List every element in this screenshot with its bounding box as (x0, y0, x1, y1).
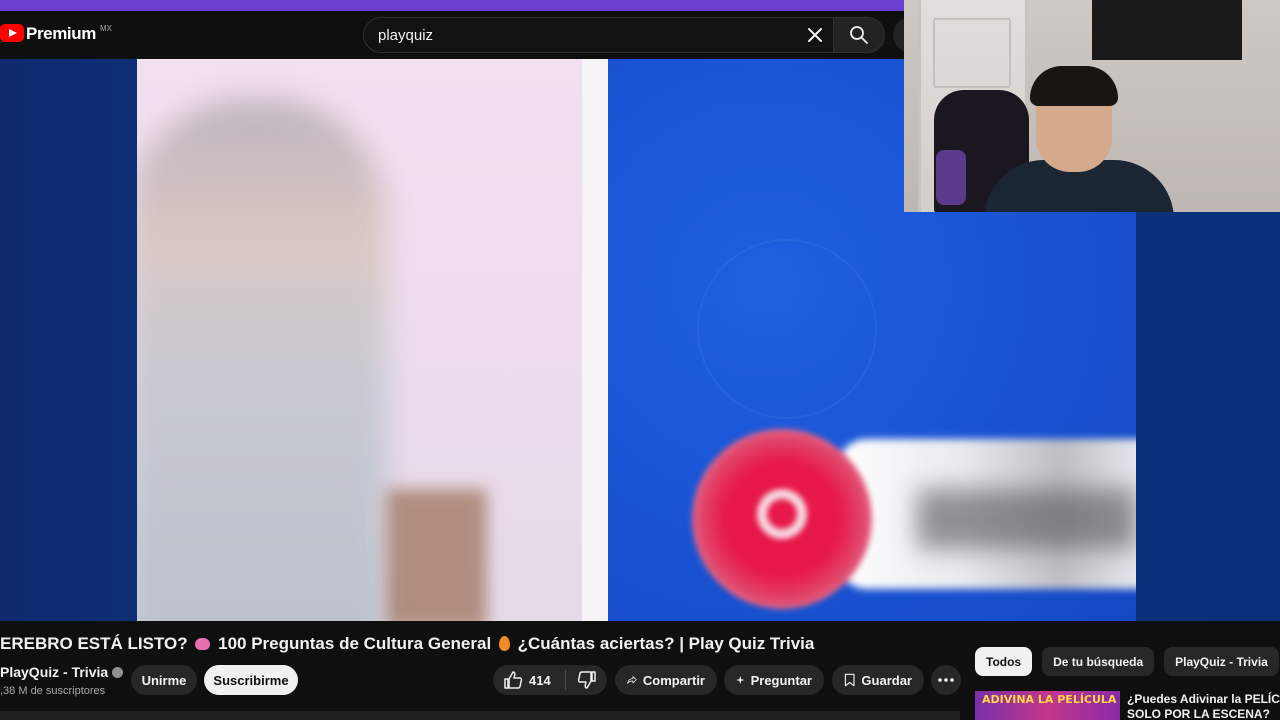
bookmark-icon (844, 673, 855, 687)
join-button[interactable]: Unirme (131, 665, 197, 695)
video-left-panel (137, 59, 607, 621)
more-actions-button[interactable] (931, 665, 961, 695)
thumbs-down-icon (577, 671, 596, 689)
chip-from-search[interactable]: De tu búsqueda (1042, 647, 1155, 676)
subscriber-count: ,38 M de suscriptores (0, 685, 106, 697)
background-ring (697, 239, 877, 419)
youtube-logo-icon (0, 24, 24, 42)
search-icon (850, 26, 868, 44)
like-button[interactable]: 414 (493, 665, 565, 695)
save-button[interactable]: Guardar (832, 665, 924, 695)
streamer-hair (1030, 66, 1118, 106)
title-part-2: 100 Preguntas de Cultura General (218, 634, 492, 653)
like-count: 414 (529, 672, 551, 688)
ask-button[interactable]: Preguntar (724, 665, 824, 695)
share-icon (627, 676, 637, 684)
verified-badge-icon (112, 666, 124, 678)
fire-emoji-icon (498, 636, 510, 651)
recommended-video-title[interactable]: ¿Puedes Adivinar la PELÍCULA SOLO POR LA… (1127, 692, 1280, 720)
clear-search-button[interactable] (797, 17, 833, 53)
screen: Premium MX playquiz EREBRO ESTÁ LISTO? 1… (0, 0, 1280, 720)
logo-region: MX (99, 24, 112, 33)
title-part-1: EREBRO ESTÁ LISTO? (0, 634, 188, 653)
logo-text: Premium (26, 24, 96, 43)
search-box (363, 17, 833, 53)
rec-title-line-2: SOLO POR LA ESCENA? (1127, 707, 1270, 720)
masthead: Premium MX (0, 11, 913, 59)
dislike-button[interactable] (566, 665, 607, 695)
search-button[interactable] (833, 17, 885, 53)
description-box-edge (0, 711, 960, 720)
webcam-overlay (904, 0, 1280, 212)
wall-tv (1092, 0, 1242, 60)
subscribe-button[interactable]: Suscribirme (204, 665, 298, 695)
chip-channel[interactable]: PlayQuiz - Trivia (1164, 647, 1279, 676)
related-filter-chips: Todos De tu búsqueda PlayQuiz - Trivia (975, 647, 1280, 677)
door-panel (933, 18, 1011, 88)
thumbs-up-icon (504, 671, 523, 689)
more-icon (938, 678, 954, 682)
title-part-3: ¿Cuántas aciertas? | Play Quiz Trivia (517, 634, 815, 653)
close-icon (808, 28, 822, 42)
brain-emoji-icon (195, 638, 211, 650)
ask-label: Preguntar (750, 672, 812, 688)
chip-all[interactable]: Todos (975, 647, 1033, 676)
blurred-text (917, 489, 1136, 549)
sparkle-icon (736, 675, 745, 685)
playquiz-logo-mark (757, 489, 807, 539)
thumbnail-text: ADIVINA LA PELÍCULA (982, 693, 1117, 706)
channel-name[interactable]: PlayQuiz - Trivia (0, 664, 124, 680)
divider-stripe (582, 59, 608, 621)
save-label: Guardar (861, 672, 912, 688)
youtube-premium-logo[interactable]: Premium MX (0, 24, 112, 44)
blurred-chair (387, 489, 487, 621)
rec-title-line-1: ¿Puedes Adivinar la PELÍCULA (1127, 692, 1280, 706)
blurred-person (137, 99, 387, 621)
channel-name-text: PlayQuiz - Trivia (0, 664, 109, 680)
share-button[interactable]: Compartir (615, 665, 717, 695)
like-dislike-group: 414 (493, 665, 607, 695)
top-accent-strip (0, 0, 904, 11)
chair-accent (936, 150, 966, 205)
recommended-video-thumbnail[interactable]: ADIVINA LA PELÍCULA (975, 691, 1120, 720)
search-input[interactable] (364, 26, 797, 44)
video-title: EREBRO ESTÁ LISTO? 100 Preguntas de Cult… (0, 633, 960, 655)
share-label: Compartir (642, 672, 705, 688)
